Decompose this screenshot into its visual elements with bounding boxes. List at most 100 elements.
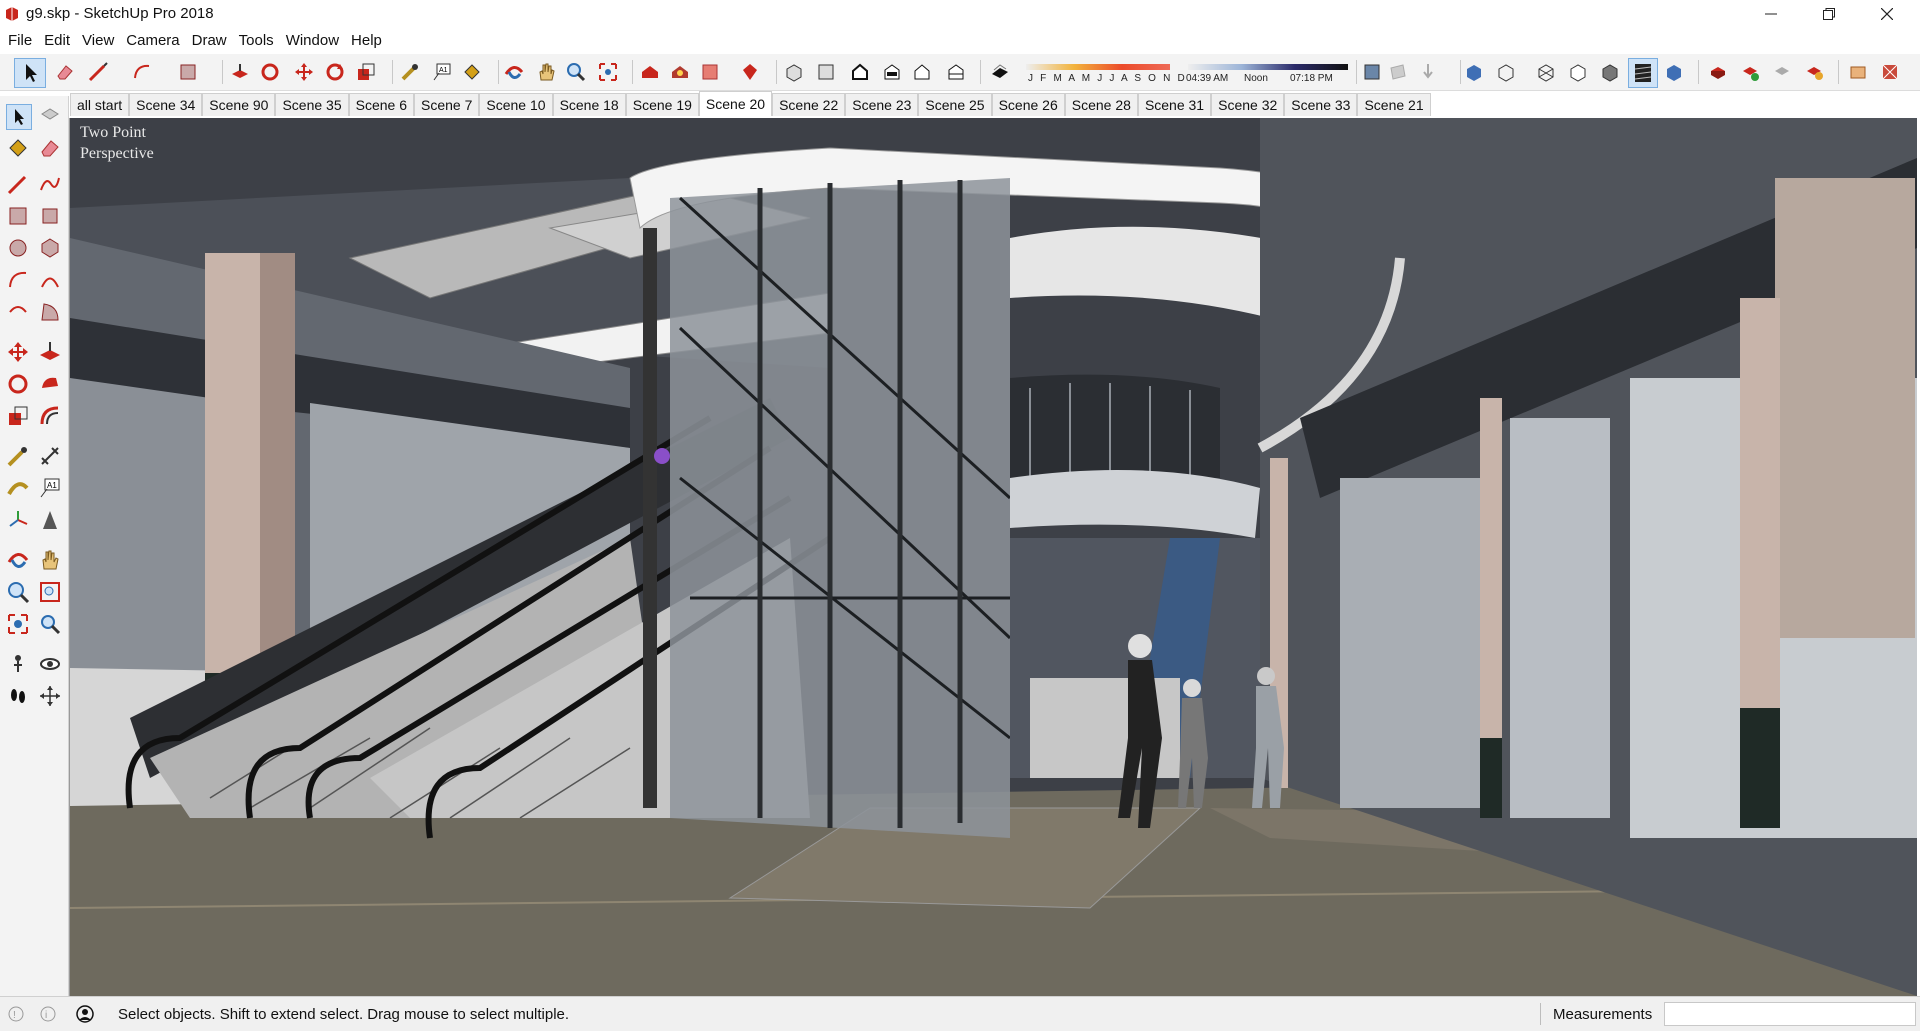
fog-icon[interactable] [1362,62,1382,82]
user-account-icon[interactable] [76,1005,94,1023]
minimize-button[interactable] [1748,0,1794,28]
look-around-icon[interactable] [38,652,62,676]
3d-text-icon[interactable] [38,508,62,532]
select-tool-button[interactable] [14,58,46,88]
circle-tool-icon[interactable] [6,236,30,260]
close-button[interactable] [1864,0,1910,28]
section-plane-icon[interactable] [1388,62,1408,82]
eraser-icon[interactable] [55,62,75,82]
polygon-tool-icon[interactable] [38,236,62,260]
photo-match-icon[interactable] [1848,62,1868,82]
scene-tab[interactable]: Scene 22 [772,93,846,116]
shaded-textures-button[interactable] [1628,58,1658,88]
wireframe-icon[interactable] [1536,62,1556,82]
component-gear-icon[interactable] [1804,62,1824,82]
xray-style-icon[interactable] [1464,62,1484,82]
warehouse-icon[interactable] [640,62,660,82]
monochrome-icon[interactable] [1664,62,1684,82]
make-component-icon[interactable] [38,104,62,128]
menu-edit[interactable]: Edit [38,28,76,54]
offset-icon[interactable] [38,404,62,428]
menu-camera[interactable]: Camera [120,28,185,54]
rotate-icon[interactable] [6,372,30,396]
move-icon[interactable] [6,340,30,364]
shadows-toggle-icon[interactable] [990,62,1010,82]
menu-tools[interactable]: Tools [233,28,280,54]
component-gray-icon[interactable] [1772,62,1792,82]
axes-icon[interactable] [6,508,30,532]
hidden-line-icon[interactable] [1568,62,1588,82]
component-green-icon[interactable] [1740,62,1760,82]
scene-tab[interactable]: Scene 35 [275,93,349,116]
pan-hand-icon[interactable] [536,62,556,82]
orbit-icon[interactable] [6,548,30,572]
dimension-icon[interactable] [38,444,62,468]
scale-icon[interactable] [6,404,30,428]
scene-tab[interactable]: Scene 7 [414,93,480,116]
scene-tab[interactable]: Scene 23 [845,93,919,116]
paint-bucket-icon[interactable] [6,136,30,160]
text-tool-icon[interactable]: A1 [38,476,62,500]
scale-icon[interactable] [356,62,376,82]
position-camera-icon[interactable] [6,652,30,676]
rectangle-tool-icon[interactable] [178,62,198,82]
extension-manager-icon[interactable] [740,62,760,82]
zoom-icon[interactable] [566,62,586,82]
follow-me-icon[interactable] [260,62,280,82]
scene-tab[interactable]: Scene 31 [1137,93,1212,116]
scene-tab[interactable]: Scene 6 [348,93,415,116]
time-slider[interactable] [1188,64,1348,70]
scene-tab-active[interactable]: Scene 20 [698,91,773,116]
rotate-icon[interactable] [325,62,345,82]
left-view-icon[interactable] [946,62,966,82]
scene-tab[interactable]: Scene 26 [991,93,1065,116]
scene-tab[interactable]: Scene 34 [129,93,203,116]
menu-window[interactable]: Window [280,28,345,54]
paint-bucket-icon[interactable] [462,62,482,82]
orbit-icon[interactable] [504,62,524,82]
section-cut-icon[interactable] [1418,62,1438,82]
scene-tab[interactable]: Scene 90 [202,93,276,116]
zoom-window-icon[interactable] [38,580,62,604]
right-view-icon[interactable] [882,62,902,82]
pie-tool-icon[interactable] [38,300,62,324]
scene-tab[interactable]: Scene 18 [552,93,626,116]
freehand-icon[interactable] [38,172,62,196]
month-slider[interactable] [1026,64,1170,70]
zoom-extents-icon[interactable] [598,62,618,82]
push-pull-icon[interactable] [38,340,62,364]
protractor-icon[interactable] [6,476,30,500]
text-tool-icon[interactable]: A1 [432,62,452,82]
previous-view-icon[interactable] [38,612,62,636]
model-viewport[interactable]: Two Point Perspective [69,118,1917,996]
shaded-icon[interactable] [1600,62,1620,82]
measurements-input[interactable] [1664,1002,1916,1026]
move-icon[interactable] [294,62,314,82]
push-pull-icon[interactable] [230,62,250,82]
tape-measure-icon[interactable] [6,444,30,468]
restore-button[interactable] [1806,0,1852,28]
zoom-icon[interactable] [6,580,30,604]
select-tool-button[interactable] [6,104,32,130]
arc-tool-icon[interactable] [132,62,152,82]
iso-view-icon[interactable] [784,62,804,82]
menu-file[interactable]: File [2,28,38,54]
walk-icon[interactable] [6,684,30,708]
section-plane-icon[interactable] [38,684,62,708]
scene-tab[interactable]: all start [70,93,130,116]
rotated-rectangle-icon[interactable] [38,204,62,228]
rectangle-tool-icon[interactable] [6,204,30,228]
back-view-icon[interactable] [912,62,932,82]
tape-measure-icon[interactable] [400,62,420,82]
scene-tab[interactable]: Scene 19 [625,93,699,116]
front-view-icon[interactable] [850,62,870,82]
three-point-arc-icon[interactable] [6,300,30,324]
two-point-arc-icon[interactable] [38,268,62,292]
menu-help[interactable]: Help [345,28,388,54]
scene-tab[interactable]: Scene 28 [1064,93,1138,116]
geo-location-icon[interactable]: ! [8,1006,24,1022]
scene-tab[interactable]: Scene 10 [479,93,553,116]
back-edges-icon[interactable] [1496,62,1516,82]
menu-draw[interactable]: Draw [186,28,233,54]
credits-icon[interactable]: i [40,1006,56,1022]
